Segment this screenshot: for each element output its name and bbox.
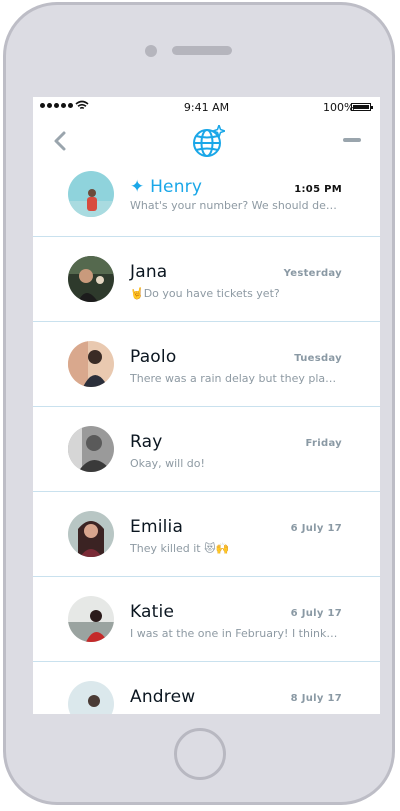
earpiece-speaker bbox=[172, 46, 232, 55]
contact-name: ✦ Henry bbox=[130, 177, 203, 197]
phone-frame: 9:41 AM 100% ✦ Henry 1:05 PM What's your… bbox=[3, 2, 395, 805]
message-date: Yesterday bbox=[283, 268, 342, 279]
conversation-row-andrew[interactable]: Andrew 8 July 17 bbox=[33, 662, 380, 714]
avatar bbox=[68, 426, 114, 472]
contact-name: Emilia bbox=[130, 517, 184, 537]
home-button[interactable] bbox=[174, 728, 226, 780]
battery-icon bbox=[351, 103, 373, 111]
message-preview: There was a rain delay but they played t… bbox=[130, 372, 340, 385]
conversation-row-paolo[interactable]: Paolo Tuesday There was a rain delay but… bbox=[33, 322, 380, 407]
conversation-row-ray[interactable]: Ray Friday Okay, will do! bbox=[33, 407, 380, 492]
message-preview: Okay, will do! bbox=[130, 457, 205, 470]
contact-name: Andrew bbox=[130, 687, 196, 707]
message-date: 6 July 17 bbox=[290, 608, 342, 619]
avatar bbox=[68, 596, 114, 642]
chevron-left-icon[interactable] bbox=[49, 127, 79, 157]
contact-name: Katie bbox=[130, 602, 175, 622]
message-preview: 🤘Do you have tickets yet? bbox=[130, 287, 280, 300]
conversation-row-emilia[interactable]: Emilia 6 July 17 They killed it 😻🙌 bbox=[33, 492, 380, 577]
contact-name: Ray bbox=[130, 432, 163, 452]
globe-sparkle-icon[interactable] bbox=[191, 125, 225, 159]
avatar bbox=[68, 681, 114, 714]
minus-icon[interactable] bbox=[343, 138, 361, 142]
front-camera bbox=[145, 45, 157, 57]
message-date: 8 July 17 bbox=[290, 693, 342, 704]
conversation-row-katie[interactable]: Katie 6 July 17 I was at the one in Febr… bbox=[33, 577, 380, 662]
navigation-bar bbox=[33, 119, 380, 165]
message-date: 6 July 17 bbox=[290, 523, 342, 534]
contact-name: Paolo bbox=[130, 347, 177, 367]
conversation-row-henry[interactable]: ✦ Henry 1:05 PM What's your number? We s… bbox=[33, 165, 380, 237]
screen: 9:41 AM 100% ✦ Henry 1:05 PM What's your… bbox=[33, 97, 380, 714]
avatar bbox=[68, 341, 114, 387]
conversation-list: ✦ Henry 1:05 PM What's your number? We s… bbox=[33, 165, 380, 714]
message-date: Tuesday bbox=[294, 353, 342, 364]
battery-percentage: 100% bbox=[323, 101, 355, 114]
conversation-row-jana[interactable]: Jana Yesterday 🤘Do you have tickets yet? bbox=[33, 237, 380, 322]
avatar bbox=[68, 171, 114, 217]
avatar bbox=[68, 256, 114, 302]
avatar bbox=[68, 511, 114, 557]
message-preview: I was at the one in February! I think th… bbox=[130, 627, 340, 640]
status-bar: 9:41 AM 100% bbox=[33, 97, 380, 117]
message-preview: What's your number? We should definitely… bbox=[130, 199, 340, 212]
message-date: Friday bbox=[305, 438, 342, 449]
contact-name: Jana bbox=[130, 262, 168, 282]
message-date: 1:05 PM bbox=[294, 184, 342, 195]
message-preview: They killed it 😻🙌 bbox=[130, 542, 230, 555]
